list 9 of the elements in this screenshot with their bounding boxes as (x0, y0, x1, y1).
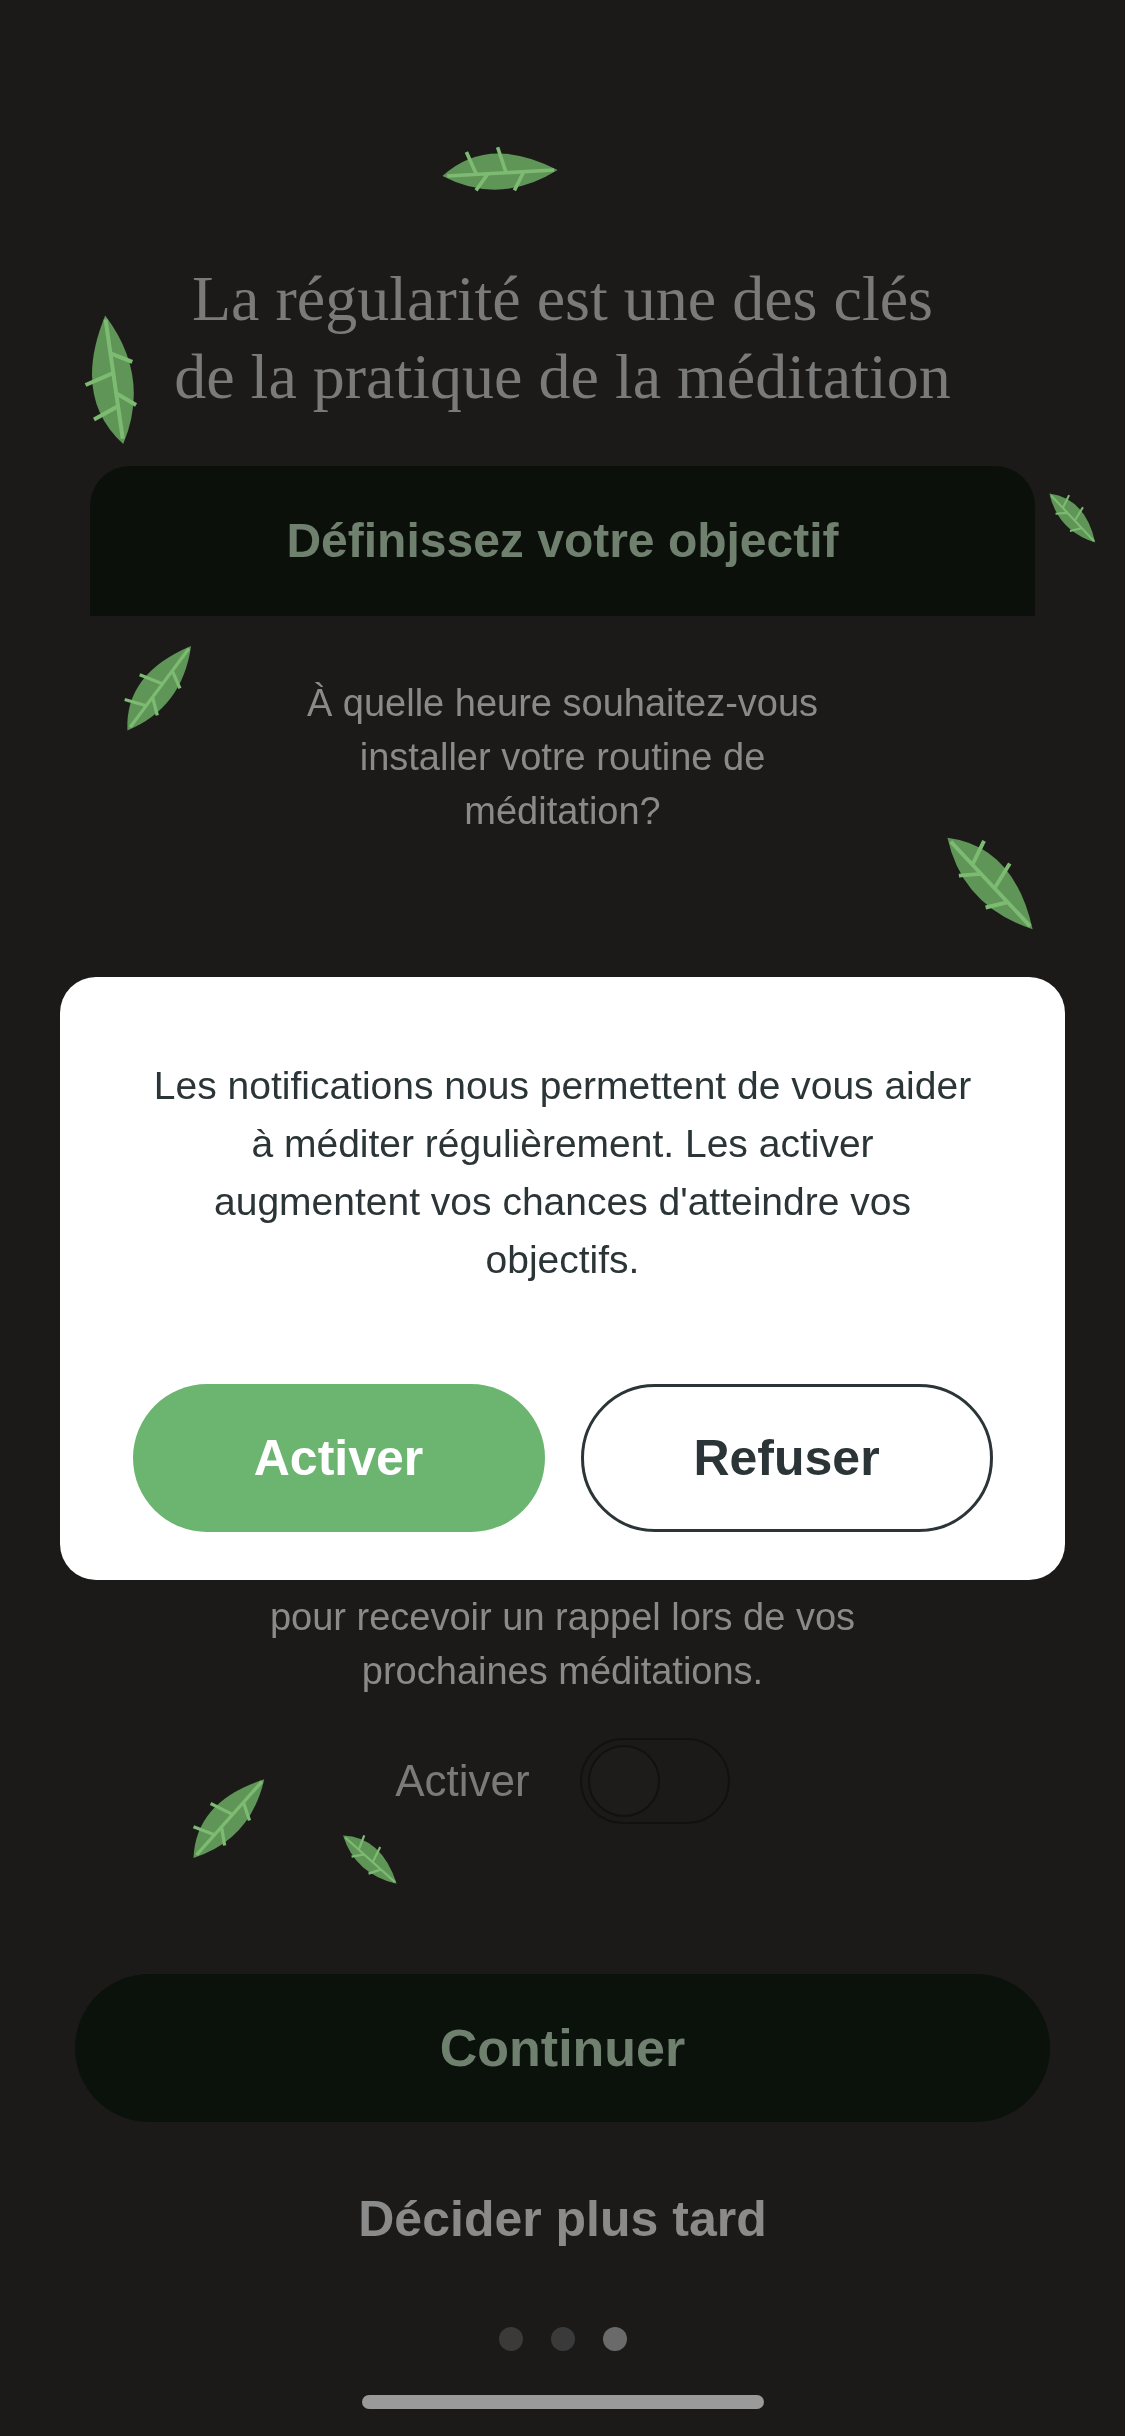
toggle-label: Activer (395, 1755, 530, 1807)
decide-later-link[interactable]: Décider plus tard (358, 2182, 767, 2257)
reminder-text: pour recevoir un rappel lors de vos prochaines méditations. (268, 1595, 857, 1694)
goal-card-title: Définissez votre objectif (286, 513, 839, 569)
continue-button[interactable]: Continuer (75, 1974, 1050, 2122)
page-title: La régularité est une des clés de la pratique de la méditation (173, 262, 952, 414)
question-text: À quelle heure souhaitez-vous installer votre routine de méditation? (305, 681, 820, 834)
dialog-message: Les notifications nous permettent de vous aider à méditer régulièrement. Les activer augmentent vos chances d'atteindre vos objectifs. (152, 1063, 973, 1283)
decline-button[interactable]: Refuser (580, 1384, 993, 1532)
